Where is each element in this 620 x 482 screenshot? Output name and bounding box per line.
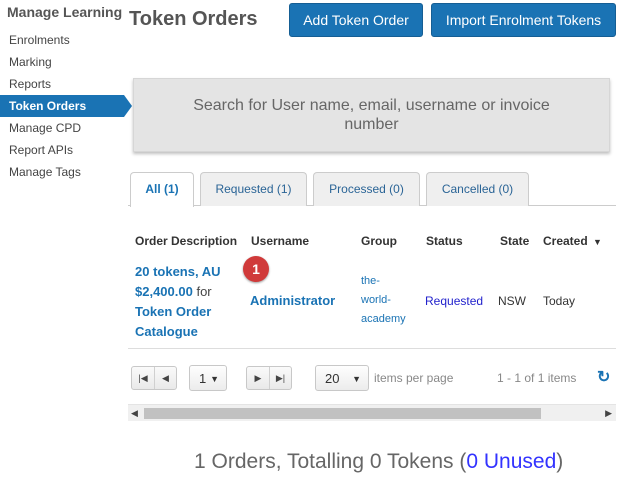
- page-number-value: 1: [199, 370, 207, 386]
- summary-text: 1 Orders, Totalling 0 Tokens (: [194, 450, 467, 473]
- column-header-state[interactable]: State: [500, 234, 529, 248]
- sort-desc-icon: ▼: [593, 237, 602, 247]
- column-header-order-description[interactable]: Order Description: [135, 234, 237, 248]
- pager-first-prev-group: |◀ ◀: [131, 366, 177, 390]
- username-link[interactable]: Administrator: [250, 293, 335, 308]
- order-description-cell: 20 tokens, AU $2,400.00 for Token Order …: [135, 262, 245, 342]
- state-value: NSW: [498, 294, 526, 308]
- column-header-created-label: Created: [543, 234, 588, 248]
- sidebar-item-manage-tags[interactable]: Manage Tags: [9, 165, 81, 179]
- tab-requested[interactable]: Requested (1): [200, 172, 307, 206]
- sidebar-item-marking[interactable]: Marking: [9, 55, 52, 69]
- page-number-select[interactable]: 1 ▼: [189, 365, 227, 391]
- sidebar-item-manage-cpd[interactable]: Manage CPD: [9, 121, 81, 135]
- search-placeholder: Search for User name, email, username or…: [193, 97, 550, 133]
- prev-page-icon[interactable]: ◀: [154, 367, 176, 389]
- page-size-select[interactable]: 20 ▼: [315, 365, 369, 391]
- order-description-for: for: [196, 284, 212, 299]
- page-title: Token Orders: [129, 8, 258, 30]
- status-value: Requested: [425, 294, 484, 308]
- pager-range-info: 1 - 1 of 1 items: [497, 371, 577, 385]
- last-page-icon[interactable]: ▶|: [269, 367, 291, 389]
- column-header-created[interactable]: Created ▼: [543, 234, 602, 248]
- sidebar-item-token-orders[interactable]: Token Orders: [0, 95, 132, 117]
- chevron-down-icon: ▼: [210, 374, 219, 384]
- sidebar-item-report-apis[interactable]: Report APIs: [9, 143, 73, 157]
- refresh-icon[interactable]: ↻: [597, 367, 610, 387]
- page-size-value: 20: [325, 370, 340, 386]
- items-per-page-label: items per page: [374, 371, 454, 385]
- created-value: Today: [543, 294, 576, 308]
- column-header-status[interactable]: Status: [426, 234, 463, 248]
- horizontal-scrollbar[interactable]: ◀ ▶: [128, 404, 616, 421]
- row-divider: [128, 348, 616, 349]
- sidebar-item-enrolments[interactable]: Enrolments: [9, 33, 70, 47]
- summary-close: ): [556, 450, 564, 473]
- first-page-icon[interactable]: |◀: [132, 367, 154, 389]
- next-page-icon[interactable]: ▶: [247, 367, 269, 389]
- token-order-catalogue-link[interactable]: Token Order Catalogue: [135, 304, 211, 339]
- group-link-line: the-: [361, 275, 380, 287]
- group-link-line: world-: [361, 294, 391, 306]
- column-header-username[interactable]: Username: [251, 234, 309, 248]
- step-marker-badge: 1: [243, 256, 269, 282]
- scrollbar-thumb[interactable]: [144, 408, 541, 419]
- tab-all[interactable]: All (1): [130, 172, 194, 207]
- tab-processed[interactable]: Processed (0): [313, 172, 420, 206]
- pager-next-last-group: ▶ ▶|: [246, 366, 292, 390]
- add-token-order-button[interactable]: Add Token Order: [289, 3, 423, 37]
- sidebar-item-reports[interactable]: Reports: [9, 77, 51, 91]
- orders-summary: 1 Orders, Totalling 0 Tokens (0 Unused): [194, 450, 563, 474]
- unused-tokens-link[interactable]: 0 Unused: [466, 450, 556, 473]
- search-input[interactable]: Search for User name, email, username or…: [133, 78, 610, 152]
- sidebar-title: Manage Learning: [7, 4, 123, 20]
- scroll-right-icon[interactable]: ▶: [605, 408, 612, 419]
- import-enrolment-tokens-button[interactable]: Import Enrolment Tokens: [431, 3, 616, 37]
- group-link[interactable]: the- world- academy: [361, 272, 416, 329]
- scroll-left-icon[interactable]: ◀: [131, 408, 138, 419]
- tab-cancelled[interactable]: Cancelled (0): [426, 172, 529, 206]
- column-header-group[interactable]: Group: [361, 234, 397, 248]
- group-link-line: academy: [361, 313, 406, 325]
- chevron-down-icon: ▼: [352, 374, 361, 384]
